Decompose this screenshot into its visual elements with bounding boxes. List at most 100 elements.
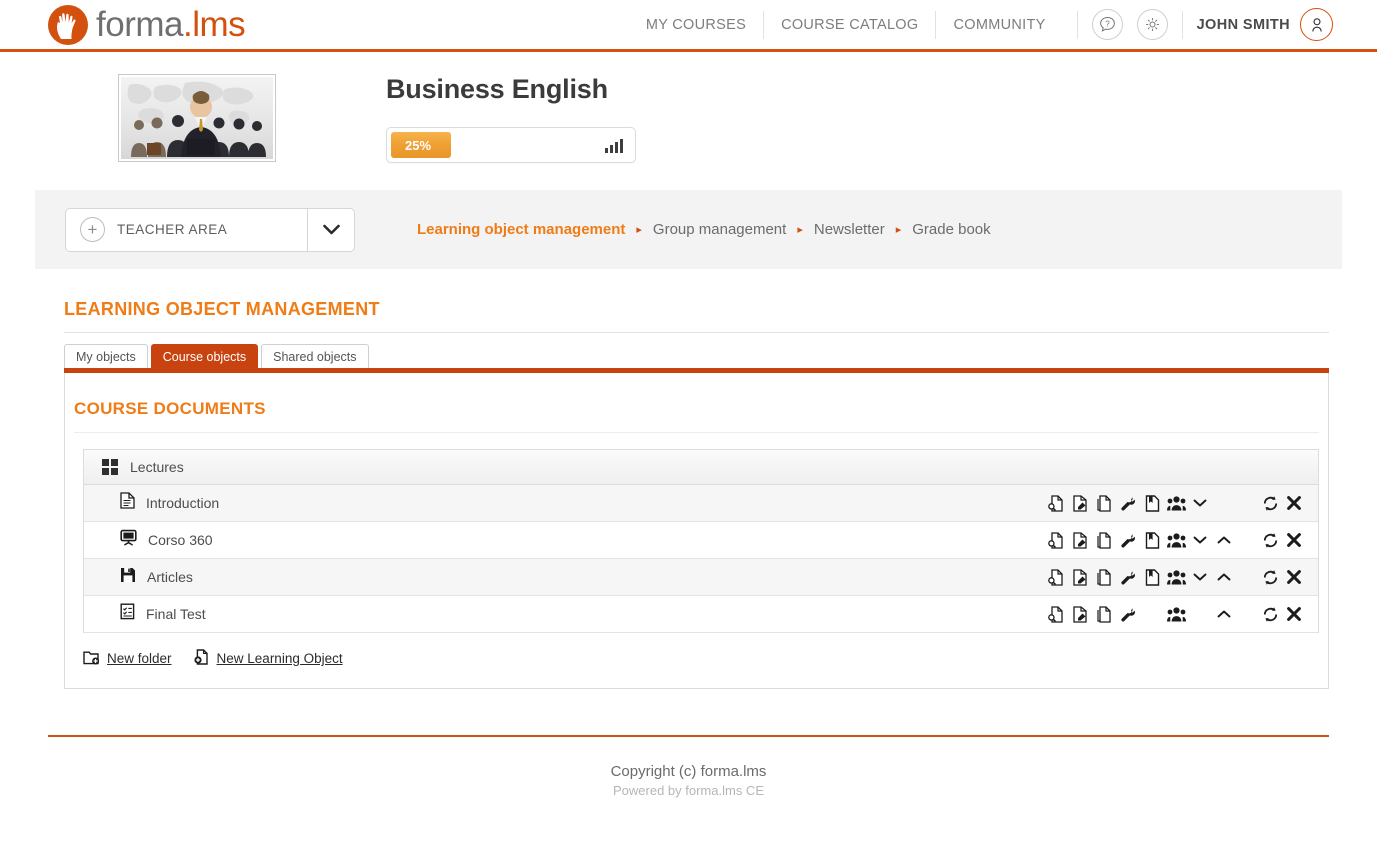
brand-logo-text-secondary: .lms	[183, 5, 245, 44]
page-footer: Copyright (c) forma.lms Powered by forma…	[0, 763, 1377, 798]
learning-object-name: Corso 360	[148, 532, 213, 548]
plus-circle-icon: +	[80, 217, 105, 242]
refresh-icon[interactable]	[1258, 566, 1282, 588]
panel-title: COURSE DOCUMENTS	[74, 399, 1319, 419]
bookmark-doc-icon[interactable]	[1140, 566, 1164, 588]
teacher-area-dropdown[interactable]: + TEACHER AREA	[65, 208, 355, 252]
screen-presentation-icon	[120, 529, 137, 551]
copy-icon[interactable]	[1092, 566, 1116, 588]
chevron-up-icon[interactable]	[1212, 603, 1236, 625]
table-row[interactable]: Corso 360	[84, 522, 1318, 559]
course-thumbnail	[118, 74, 276, 162]
chevron-down-icon[interactable]	[1188, 529, 1212, 551]
new-folder-button[interactable]: New folder	[83, 650, 172, 668]
brand-logo-text-primary: forma	[96, 5, 183, 44]
chevron-down-icon[interactable]	[1188, 566, 1212, 588]
row-actions	[1044, 603, 1318, 625]
chevron-up-icon[interactable]	[1212, 529, 1236, 551]
footer-powered-by: Powered by forma.lms CE	[0, 783, 1377, 798]
main-navigation: MY COURSES COURSE CATALOG COMMUNITY ?	[629, 0, 1377, 49]
menu-learning-object-management[interactable]: Learning object management	[417, 221, 625, 238]
wrench-icon[interactable]	[1116, 529, 1140, 551]
copy-icon[interactable]	[1092, 492, 1116, 514]
gear-icon[interactable]	[1137, 9, 1168, 40]
file-plus-icon	[194, 649, 210, 668]
page-course-title: Business English	[386, 74, 636, 105]
group-users-icon[interactable]	[1164, 492, 1188, 514]
title-divider	[64, 332, 1329, 333]
footer-copyright: Copyright (c) forma.lms	[0, 763, 1377, 780]
edit-icon[interactable]	[1068, 566, 1092, 588]
table-row[interactable]: Final Test	[84, 596, 1318, 633]
top-header: forma.lms MY COURSES COURSE CATALOG COMM…	[0, 0, 1377, 52]
page-title: LEARNING OBJECT MANAGEMENT	[64, 299, 1377, 320]
folder-name: Lectures	[130, 459, 184, 475]
tab-my-objects[interactable]: My objects	[64, 344, 148, 368]
menu-group-management[interactable]: Group management	[653, 221, 786, 238]
table-row[interactable]: Introduction	[84, 485, 1318, 522]
nav-community[interactable]: COMMUNITY	[935, 11, 1062, 39]
preview-icon[interactable]	[1044, 492, 1068, 514]
delete-x-icon[interactable]	[1282, 529, 1306, 551]
course-thumbnail-image	[121, 77, 273, 159]
table-row[interactable]: Articles	[84, 559, 1318, 596]
tab-shared-objects[interactable]: Shared objects	[261, 344, 368, 368]
group-users-icon[interactable]	[1164, 603, 1188, 625]
refresh-icon[interactable]	[1258, 603, 1282, 625]
user-name-label[interactable]: JOHN SMITH	[1197, 17, 1290, 33]
edit-icon[interactable]	[1068, 529, 1092, 551]
course-info: Business English 25%	[386, 74, 636, 172]
user-avatar-icon[interactable]	[1300, 8, 1333, 41]
teacher-area-bar: + TEACHER AREA Learning object managemen…	[35, 190, 1342, 269]
edit-icon[interactable]	[1068, 603, 1092, 625]
footer-divider	[48, 735, 1329, 737]
nav-divider	[1077, 11, 1078, 39]
learning-object-name: Articles	[147, 569, 193, 585]
folder-plus-icon	[83, 650, 100, 668]
help-question-icon[interactable]: ?	[1092, 9, 1123, 40]
wrench-icon[interactable]	[1116, 492, 1140, 514]
edit-icon[interactable]	[1068, 492, 1092, 514]
course-objects-panel: COURSE DOCUMENTS Lectures Introduction	[64, 373, 1329, 689]
nav-course-catalog[interactable]: COURSE CATALOG	[763, 11, 935, 39]
copy-icon[interactable]	[1092, 603, 1116, 625]
new-item-links: New folder New Learning Object	[83, 649, 1319, 668]
bookmark-doc-icon[interactable]	[1140, 529, 1164, 551]
chevron-down-icon[interactable]	[307, 209, 354, 251]
bar-chart-icon[interactable]	[603, 137, 623, 153]
preview-icon[interactable]	[1044, 603, 1068, 625]
group-users-icon[interactable]	[1164, 529, 1188, 551]
bookmark-doc-icon[interactable]	[1140, 492, 1164, 514]
preview-icon[interactable]	[1044, 529, 1068, 551]
brand-logo[interactable]: forma.lms	[48, 5, 245, 45]
folder-row-lectures[interactable]: Lectures	[84, 450, 1318, 485]
preview-icon[interactable]	[1044, 566, 1068, 588]
refresh-icon[interactable]	[1258, 529, 1282, 551]
chevron-up-icon[interactable]	[1212, 566, 1236, 588]
hand-logo-icon	[48, 5, 88, 45]
row-actions	[1044, 492, 1318, 514]
checklist-test-icon	[120, 603, 135, 625]
new-learning-object-button[interactable]: New Learning Object	[194, 649, 343, 668]
grid-folder-icon	[102, 459, 118, 475]
menu-separator-icon: ▸	[896, 223, 902, 236]
refresh-icon[interactable]	[1258, 492, 1282, 514]
menu-grade-book[interactable]: Grade book	[912, 221, 990, 238]
delete-x-icon[interactable]	[1282, 566, 1306, 588]
tab-course-objects[interactable]: Course objects	[151, 344, 258, 368]
course-progress-fill: 25%	[391, 132, 451, 158]
learning-object-name: Final Test	[146, 606, 206, 622]
wrench-icon[interactable]	[1116, 603, 1140, 625]
row-actions	[1044, 529, 1318, 551]
group-users-icon[interactable]	[1164, 566, 1188, 588]
menu-separator-icon: ▸	[797, 223, 803, 236]
delete-x-icon[interactable]	[1282, 603, 1306, 625]
chevron-down-icon[interactable]	[1188, 492, 1212, 514]
copy-icon[interactable]	[1092, 529, 1116, 551]
menu-newsletter[interactable]: Newsletter	[814, 221, 885, 238]
wrench-icon[interactable]	[1116, 566, 1140, 588]
learning-object-name: Introduction	[146, 495, 219, 511]
nav-my-courses[interactable]: MY COURSES	[629, 11, 763, 39]
delete-x-icon[interactable]	[1282, 492, 1306, 514]
teacher-area-label: TEACHER AREA	[117, 222, 227, 237]
